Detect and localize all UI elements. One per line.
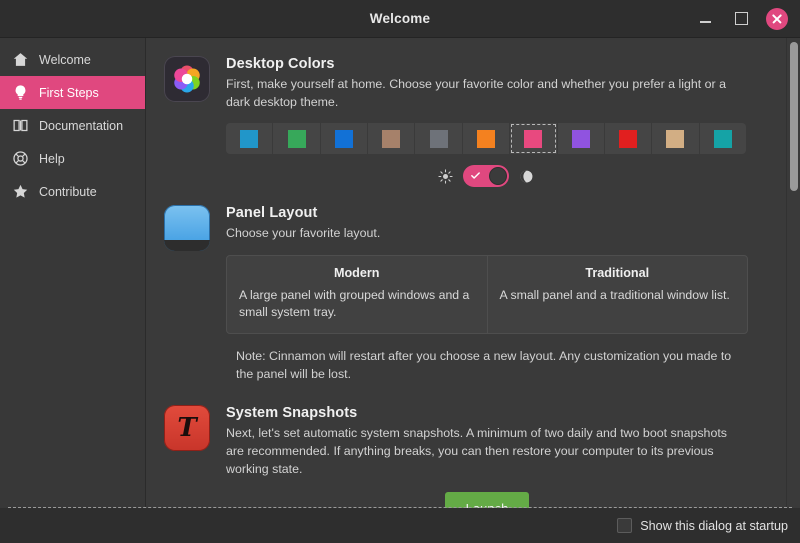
layout-option-title: Traditional <box>585 265 650 280</box>
sidebar-item-label: Welcome <box>39 52 91 67</box>
sidebar-item-welcome[interactable]: Welcome <box>0 43 145 76</box>
timeshift-glyph: T <box>177 413 197 444</box>
swatch-fill <box>334 129 353 148</box>
footer-bar: Show this dialog at startup <box>0 507 800 543</box>
star-icon <box>12 183 29 200</box>
title-bar: Welcome <box>0 0 800 38</box>
lightbulb-icon <box>12 84 29 101</box>
section-body: Desktop Colors First, make yourself at h… <box>226 56 766 188</box>
first-steps-panel: Desktop Colors First, make yourself at h… <box>146 38 800 508</box>
section-icon-wrapper: T <box>164 405 210 508</box>
sidebar-item-documentation[interactable]: Documentation <box>0 109 145 142</box>
section-description: Next, let's set automatic system snapsho… <box>226 426 727 476</box>
home-icon <box>12 51 29 68</box>
color-swatch-row <box>226 123 746 155</box>
dark-theme-toggle[interactable] <box>463 165 509 188</box>
welcome-window: Welcome Welcome First Steps Documentatio… <box>0 0 800 543</box>
sidebar-item-label: Documentation <box>39 118 124 133</box>
panel-strip <box>164 240 210 252</box>
desktop-colors-icon <box>164 56 210 102</box>
swatch-fill <box>382 129 401 148</box>
section-description: Choose your favorite layout. <box>226 226 381 241</box>
window-body: Welcome First Steps Documentation Help C… <box>0 38 800 508</box>
page-title-panel-layout: Panel Layout <box>226 205 318 222</box>
layout-option-description: A small panel and a traditional window l… <box>499 287 730 302</box>
section-system-snapshots: T System Snapshots Next, let's set autom… <box>164 405 766 508</box>
layout-option-title: Modern <box>334 265 380 280</box>
swatch-fill <box>429 129 448 148</box>
launch-button-row: Launch <box>226 492 748 508</box>
color-swatch-orange[interactable] <box>463 123 511 155</box>
color-swatch-blue[interactable] <box>321 123 369 155</box>
swatch-fill <box>524 129 543 148</box>
sidebar-item-contribute[interactable]: Contribute <box>0 175 145 208</box>
close-button[interactable] <box>766 7 788 30</box>
sidebar-item-label: Contribute <box>39 184 97 199</box>
toggle-knob <box>489 167 507 186</box>
minimize-button[interactable] <box>694 8 716 30</box>
sidebar: Welcome First Steps Documentation Help C… <box>0 38 146 508</box>
layout-option-traditional[interactable]: Traditional A small panel and a traditio… <box>486 255 748 334</box>
color-swatch-sand[interactable] <box>652 123 700 155</box>
panel-layout-options: Modern A large panel with grouped window… <box>226 254 748 335</box>
panel-layout-icon <box>164 205 210 252</box>
sidebar-item-help[interactable]: Help <box>0 142 145 175</box>
swatch-fill <box>666 129 685 148</box>
panel-layout-note: Note: Cinnamon will restart after you ch… <box>236 349 732 381</box>
checkbox-box[interactable] <box>617 518 633 533</box>
section-icon-wrapper <box>164 205 210 383</box>
sidebar-item-first-steps[interactable]: First Steps <box>0 76 145 109</box>
page-title-desktop-colors: Desktop Colors <box>226 56 335 72</box>
color-swatch-purple[interactable] <box>558 123 605 155</box>
moon-icon <box>519 169 534 184</box>
section-desktop-colors: Desktop Colors First, make yourself at h… <box>164 56 766 188</box>
check-icon <box>471 172 480 179</box>
section-description: First, make yourself at home. Choose you… <box>226 77 726 109</box>
color-swatch-aqua[interactable] <box>226 123 274 155</box>
color-swatch-green[interactable] <box>273 123 321 155</box>
color-swatch-red[interactable] <box>605 123 653 155</box>
sidebar-item-label: Help <box>39 151 65 166</box>
section-body: System Snapshots Next, let's set automat… <box>226 405 766 508</box>
color-swatch-pink[interactable] <box>510 123 558 155</box>
checkbox-label: Show this dialog at startup <box>640 518 788 533</box>
swatch-fill <box>240 129 259 148</box>
timeshift-icon: T <box>164 405 210 452</box>
swatch-fill <box>713 129 732 148</box>
section-icon-wrapper <box>164 56 210 187</box>
window-title: Welcome <box>369 11 431 26</box>
maximize-button[interactable] <box>730 8 752 30</box>
color-swatch-teal[interactable] <box>700 123 746 154</box>
content-area: Desktop Colors First, make yourself at h… <box>146 38 800 508</box>
swatch-fill <box>287 129 306 148</box>
color-swatch-grey[interactable] <box>415 123 463 155</box>
layout-option-modern[interactable]: Modern A large panel with grouped window… <box>227 256 487 333</box>
book-icon <box>12 117 29 134</box>
color-swatch-brown[interactable] <box>368 123 416 155</box>
sidebar-item-label: First Steps <box>39 85 99 100</box>
launch-button[interactable]: Launch <box>444 492 530 508</box>
swatch-fill <box>571 129 590 148</box>
lifebuoy-icon <box>12 150 29 167</box>
sun-icon <box>438 169 453 184</box>
window-controls <box>694 7 800 30</box>
focus-outline <box>8 507 792 508</box>
layout-option-description: A large panel with grouped windows and a… <box>239 287 470 320</box>
show-at-startup-checkbox[interactable]: Show this dialog at startup <box>617 518 788 533</box>
section-panel-layout: Panel Layout Choose your favorite layout… <box>164 205 766 383</box>
vertical-scrollbar[interactable] <box>786 38 800 508</box>
swatch-fill <box>476 129 495 148</box>
swatch-fill <box>619 129 638 148</box>
scrollbar-thumb[interactable] <box>790 42 798 191</box>
section-body: Panel Layout Choose your favorite layout… <box>226 205 766 383</box>
page-title-system-snapshots: System Snapshots <box>226 405 358 422</box>
theme-toggle-row <box>226 165 746 188</box>
